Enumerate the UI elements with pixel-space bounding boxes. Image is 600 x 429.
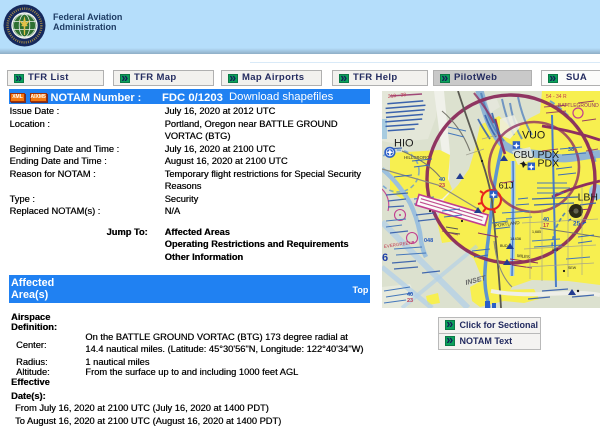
svg-text:BUD: BUD [500,244,508,248]
svg-text:HIO: HIO [394,138,414,150]
svg-text:SEW: SEW [568,266,577,270]
svg-text:14436: 14436 [510,236,522,241]
svg-text:VUO: VUO [522,130,545,142]
svg-text:LBH: LBH [578,192,598,204]
svg-text:23: 23 [407,298,413,304]
svg-text:BATTLEGROUND: BATTLEGROUND [558,103,599,109]
svg-text:6: 6 [382,252,388,264]
svg-text:23: 23 [439,183,445,189]
svg-text:1,685: 1,685 [532,230,541,234]
svg-text:PDX: PDX [538,158,560,170]
svg-text:048: 048 [424,238,433,244]
svg-text:25: 25 [573,221,581,228]
svg-text:984: 984 [552,248,558,252]
svg-text:38: 38 [568,147,574,153]
svg-text:CBU: CBU [514,150,535,161]
svg-text:17: 17 [543,223,549,229]
svg-text:54 - 34 R: 54 - 34 R [546,94,567,100]
